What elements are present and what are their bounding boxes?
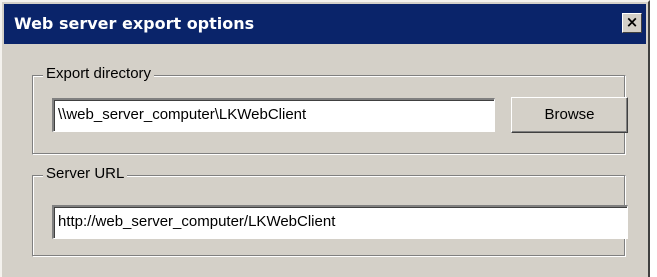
title-bar[interactable]: Web server export options × xyxy=(4,4,646,44)
export-options-dialog: Web server export options × Export direc… xyxy=(0,0,650,277)
dialog-title: Web server export options xyxy=(14,14,255,33)
server-url-legend: Server URL xyxy=(43,165,128,182)
server-url-input[interactable]: http://web_server_computer/LKWebClient xyxy=(52,205,628,239)
export-directory-input[interactable]: \\web_server_computer\LKWebClient xyxy=(52,98,495,132)
export-directory-legend: Export directory xyxy=(43,65,155,82)
close-icon: × xyxy=(625,13,639,31)
server-url-group: Server URL http://web_server_computer/LK… xyxy=(32,165,628,257)
export-directory-group: Export directory \\web_server_computer\L… xyxy=(32,65,628,155)
browse-button[interactable]: Browse xyxy=(511,97,628,133)
close-button[interactable]: × xyxy=(622,13,642,33)
